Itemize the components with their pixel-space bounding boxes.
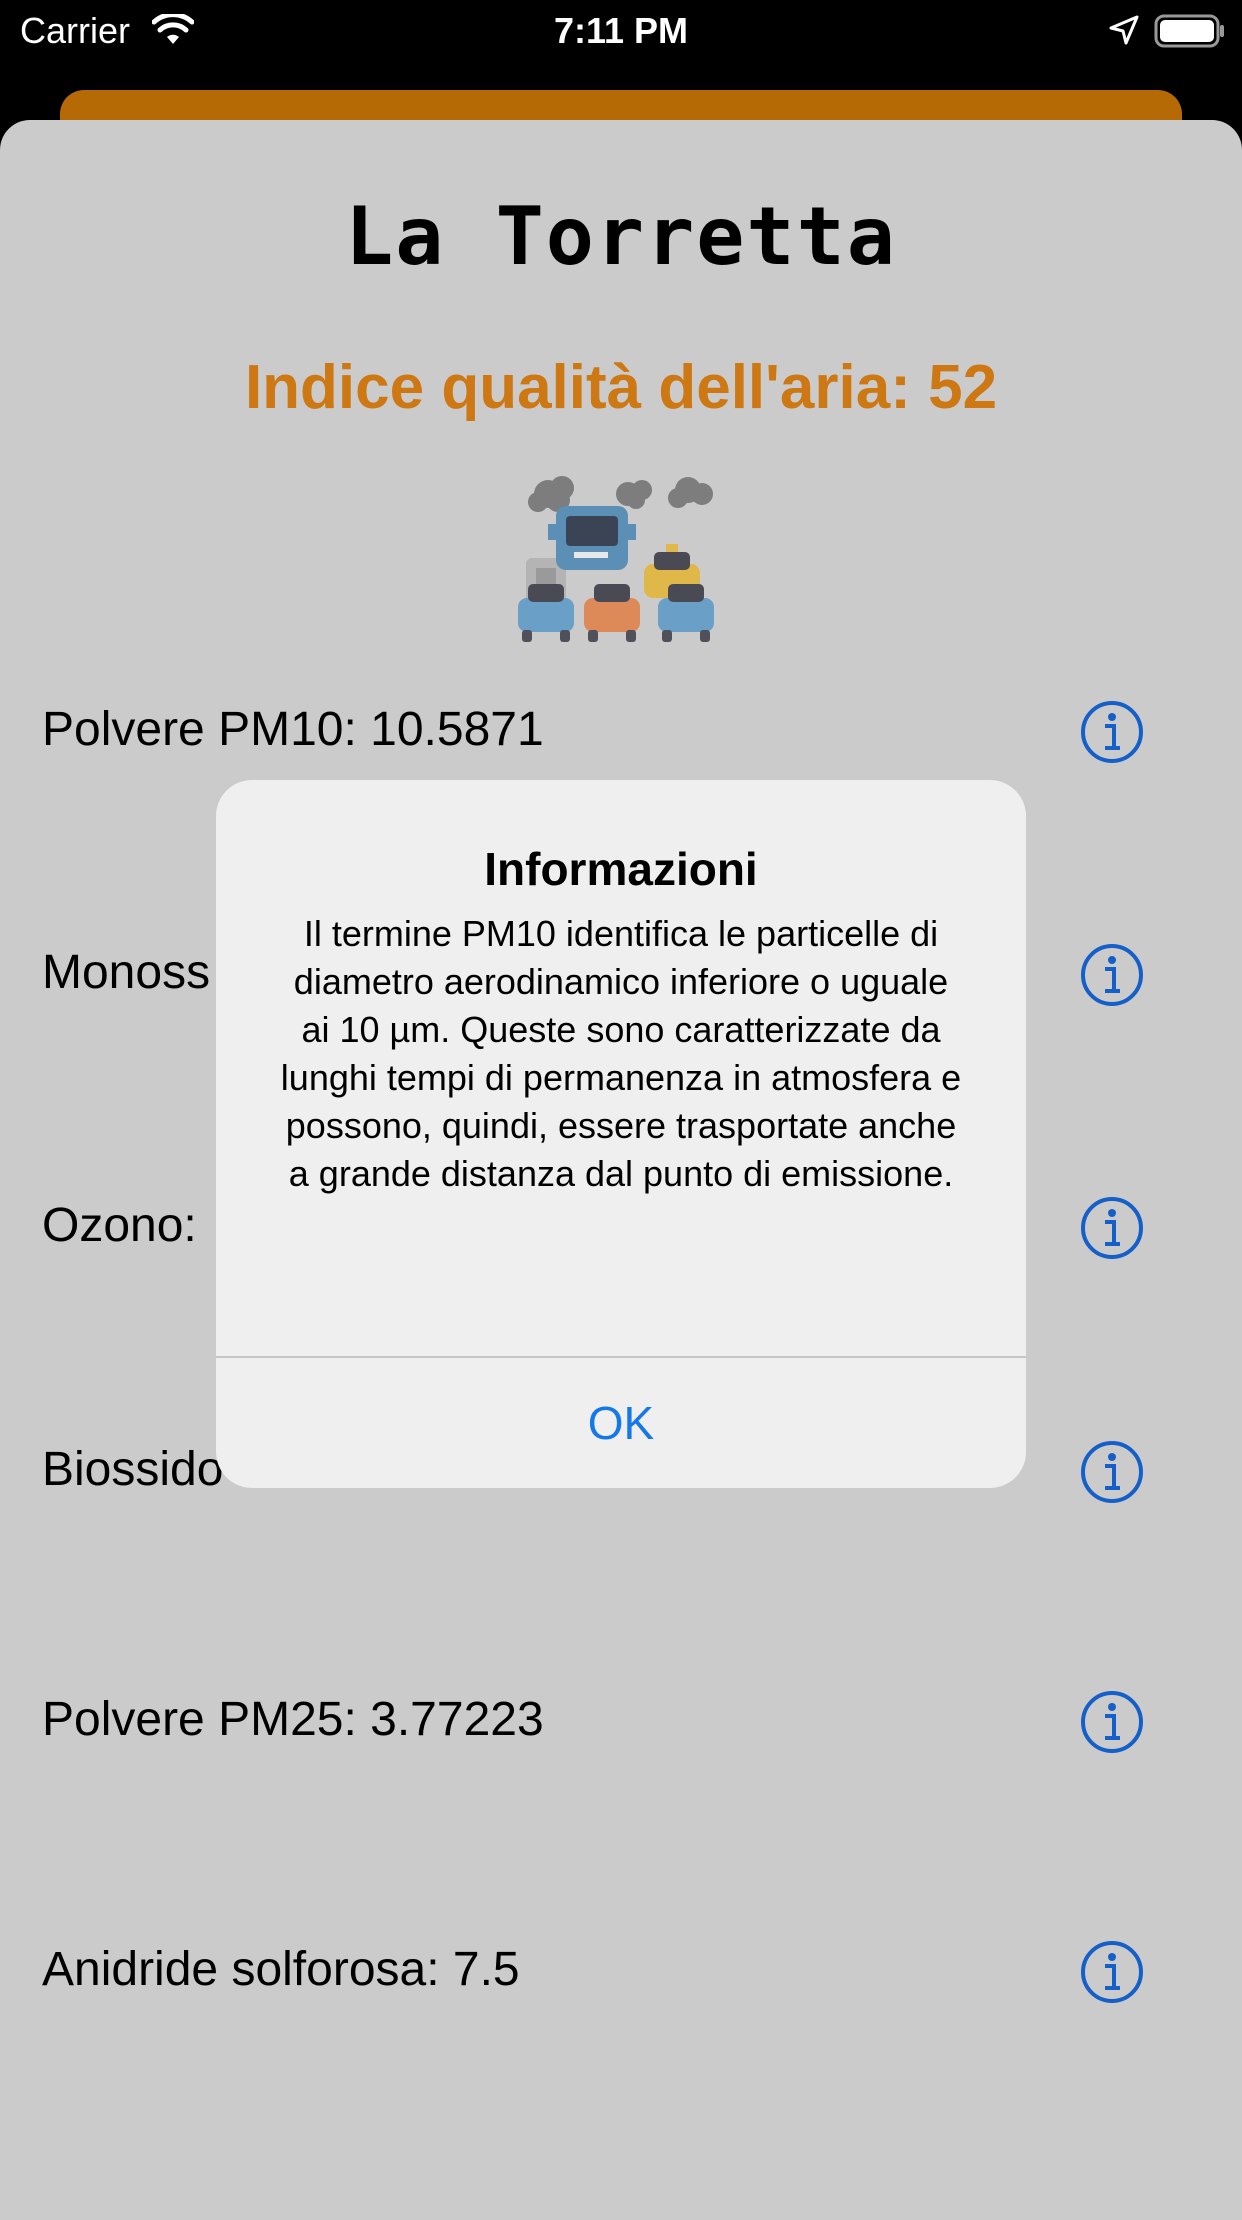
info-circle-icon[interactable] bbox=[1080, 1440, 1144, 1504]
alert-title: Informazioni bbox=[484, 843, 758, 895]
pollutant-label: Anidride solforosa: 7.5 bbox=[42, 1943, 520, 1996]
ok-button[interactable]: OK bbox=[216, 1358, 1026, 1488]
battery-icon bbox=[1154, 14, 1224, 48]
page-title: La Torretta bbox=[345, 190, 897, 283]
clock-label: 7:11 PM bbox=[553, 10, 689, 51]
pollutant-label: Monoss bbox=[42, 946, 211, 999]
info-circle-icon[interactable] bbox=[1080, 943, 1144, 1007]
info-circle-icon[interactable] bbox=[1080, 1940, 1144, 2004]
info-alert-dialog: Informazioni Il termine PM10 identifica … bbox=[216, 780, 1026, 1488]
status-bar: Carrier 7:11 PM bbox=[0, 0, 1242, 64]
location-arrow-icon bbox=[1109, 15, 1139, 45]
pollutant-label: Polvere PM10: 10.5871 bbox=[42, 703, 544, 756]
pollutant-row-so2: Anidride solforosa: 7.5 bbox=[0, 1922, 1242, 2022]
pollutant-row-pm25: Polvere PM25: 3.77223 bbox=[0, 1672, 1242, 1772]
traffic-pollution-icon bbox=[518, 476, 714, 642]
pollutant-label: Polvere PM25: 3.77223 bbox=[42, 1693, 544, 1746]
info-circle-icon[interactable] bbox=[1080, 1690, 1144, 1754]
info-circle-icon[interactable] bbox=[1080, 700, 1144, 764]
pollutant-label: Ozono: bbox=[42, 1199, 197, 1252]
alert-message: Il termine PM10 identifica le particelle… bbox=[280, 913, 962, 1194]
aqi-label: Indice qualità dell'aria: 52 bbox=[244, 353, 998, 422]
info-circle-icon[interactable] bbox=[1080, 1196, 1144, 1260]
pollutant-row-pm10: Polvere PM10: 10.5871 bbox=[0, 682, 1242, 782]
